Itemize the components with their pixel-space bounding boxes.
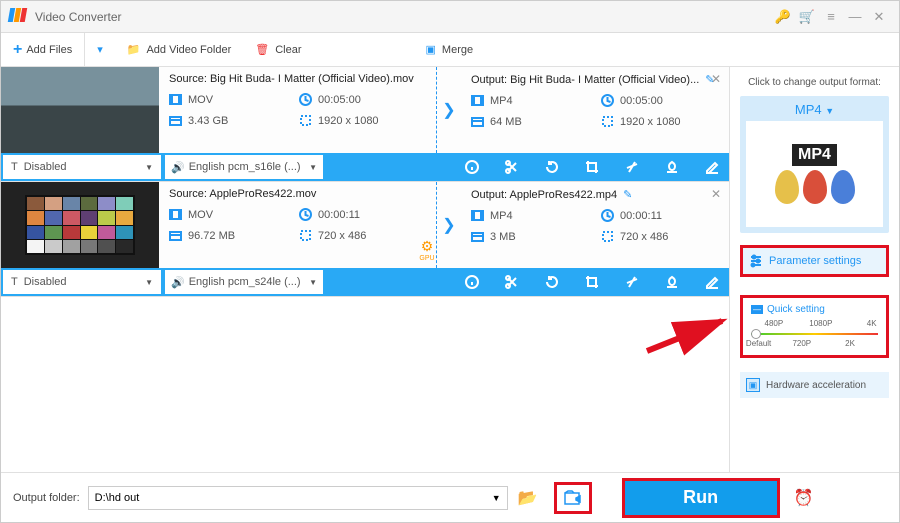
size-icon (169, 229, 182, 242)
size-icon (169, 114, 182, 127)
resolution-icon (299, 114, 312, 127)
parameter-settings-button[interactable]: Parameter settings (740, 245, 889, 277)
audio-select[interactable]: 🔊English pcm_s16le (...)▼ (165, 155, 323, 179)
app-title: Video Converter (35, 10, 771, 24)
output-format-selector[interactable]: MP4 ▼ MP4 (740, 96, 889, 233)
add-folder-button[interactable]: 📁Add Video Folder (115, 33, 244, 66)
browse-folder-button[interactable]: 📂 (518, 488, 538, 508)
rotate-icon[interactable] (545, 160, 559, 174)
video-thumbnail[interactable] (1, 182, 159, 268)
cut-icon[interactable] (505, 160, 519, 174)
quick-setting-panel[interactable]: —Quick setting 480P 1080P 4K Default 720… (740, 295, 889, 358)
watermark-icon[interactable] (665, 160, 679, 174)
add-files-button[interactable]: +Add Files (1, 33, 84, 66)
resolution-icon (299, 229, 312, 242)
close-button[interactable]: ✕ (867, 9, 891, 25)
remove-item-button[interactable]: ✕ (711, 72, 721, 86)
format-icon (169, 93, 182, 106)
rotate-icon[interactable] (545, 275, 559, 289)
output-folder-select[interactable]: D:\hd out▼ (88, 486, 508, 510)
effect-icon[interactable] (625, 275, 639, 289)
format-icon (169, 208, 182, 221)
resolution-icon (601, 115, 614, 128)
run-button[interactable]: Run (622, 478, 780, 518)
menu-icon[interactable]: ≡ (819, 9, 843, 24)
source-label: Source: Big Hit Buda- I Matter (Official… (169, 73, 426, 85)
clock-icon (299, 208, 312, 221)
arrow-icon: ❯ (442, 100, 455, 120)
output-label: Output: Big Hit Buda- I Matter (Official… (471, 74, 699, 86)
info-icon[interactable] (465, 275, 479, 289)
merge-button[interactable]: ▣Merge (414, 33, 486, 66)
chip-icon: ▣ (746, 378, 760, 392)
output-folder-label: Output folder: (13, 492, 80, 504)
crop-icon[interactable] (585, 275, 599, 289)
audio-select[interactable]: 🔊English pcm_s24le (...)▼ (165, 270, 323, 294)
remove-item-button[interactable]: ✕ (711, 187, 721, 201)
clear-button[interactable]: 🗑Clear (243, 33, 313, 66)
subtitle-edit-icon[interactable] (705, 160, 719, 174)
resolution-icon (601, 230, 614, 243)
edit-icon[interactable]: ✎ (623, 189, 632, 201)
app-logo (9, 8, 27, 26)
open-output-button[interactable] (554, 482, 592, 514)
effect-icon[interactable] (625, 160, 639, 174)
clock-icon (601, 209, 614, 222)
cut-icon[interactable] (505, 275, 519, 289)
format-icon (471, 209, 484, 222)
hardware-accel-button[interactable]: ▣ Hardware acceleration (740, 372, 889, 398)
size-icon (471, 230, 484, 243)
clock-icon (601, 94, 614, 107)
crop-icon[interactable] (585, 160, 599, 174)
cart-icon[interactable]: 🛒 (795, 9, 819, 25)
info-icon[interactable] (465, 160, 479, 174)
watermark-icon[interactable] (665, 275, 679, 289)
size-icon (471, 115, 484, 128)
add-files-dropdown[interactable]: ▾ (84, 33, 115, 66)
format-prompt: Click to change output format: (740, 77, 889, 88)
gpu-badge: ⚙GPU (417, 238, 437, 262)
subtitle-edit-icon[interactable] (705, 275, 719, 289)
arrow-icon: ❯ (442, 215, 455, 235)
format-badge: MP4 (792, 144, 837, 166)
sliders-icon (749, 254, 763, 268)
key-icon[interactable]: 🔑 (771, 9, 795, 25)
quality-slider[interactable]: 480P 1080P 4K Default 720P 2K (751, 321, 878, 349)
alarm-icon[interactable]: ⏰ (794, 488, 814, 508)
clock-icon (299, 93, 312, 106)
subtitle-select[interactable]: TDisabled▼ (3, 155, 161, 179)
subtitle-select[interactable]: TDisabled▼ (3, 270, 161, 294)
format-icon (471, 94, 484, 107)
output-label: Output: AppleProRes422.mp4 (471, 189, 617, 201)
minimize-button[interactable]: — (843, 9, 867, 24)
video-thumbnail[interactable] (1, 67, 159, 153)
source-label: Source: AppleProRes422.mov (169, 188, 426, 200)
